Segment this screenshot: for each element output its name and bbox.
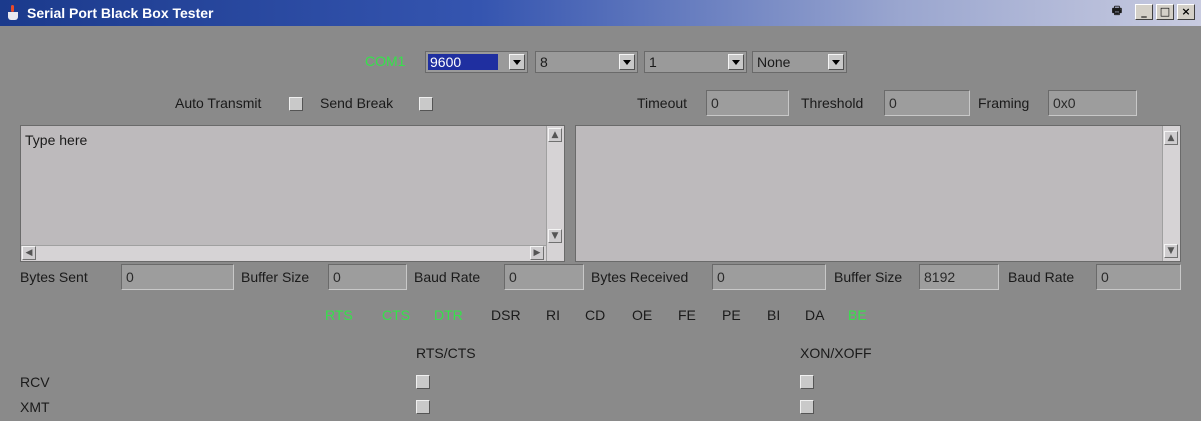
scroll-up-icon[interactable]: ▲	[1164, 131, 1178, 145]
rx-buffer-size-field[interactable]: 8192	[919, 264, 999, 290]
chevron-down-icon[interactable]	[509, 54, 525, 70]
stop-bits-select[interactable]: 1	[644, 51, 747, 73]
minimize-button[interactable]: _	[1135, 4, 1153, 20]
close-button[interactable]: ×	[1177, 4, 1195, 20]
xon-xoff-header: XON/XOFF	[800, 345, 872, 361]
auto-transmit-label: Auto Transmit	[175, 95, 262, 111]
rx-baud-rate-label: Baud Rate	[1008, 269, 1075, 285]
bytes-received-label: Bytes Received	[591, 269, 689, 285]
data-bits-select[interactable]: 8	[535, 51, 638, 73]
transmit-textarea[interactable]: Type here ▲ ▼ ◀ ▶	[20, 125, 565, 262]
java-icon	[6, 5, 20, 21]
signal-ri: RI	[546, 307, 560, 323]
threshold-label: Threshold	[801, 95, 864, 111]
transmit-vertical-scrollbar[interactable]: ▲ ▼	[546, 126, 564, 261]
signal-cd: CD	[585, 307, 606, 323]
rcv-xon-xoff-checkbox[interactable]	[800, 375, 814, 389]
rx-baud-rate-field[interactable]: 0	[1096, 264, 1181, 290]
framing-label: Framing	[978, 95, 1030, 111]
scroll-down-icon[interactable]: ▼	[1164, 244, 1178, 258]
rts-cts-header: RTS/CTS	[416, 345, 476, 361]
scroll-left-icon[interactable]: ◀	[22, 246, 36, 260]
signal-fe: FE	[678, 307, 696, 323]
tx-baud-rate-field[interactable]: 0	[504, 264, 584, 290]
signal-pe: PE	[722, 307, 741, 323]
xmt-xon-xoff-checkbox[interactable]	[800, 400, 814, 414]
signal-da: DA	[805, 307, 825, 323]
rx-buffer-size-label: Buffer Size	[834, 269, 903, 285]
bytes-received-field[interactable]: 0	[712, 264, 826, 290]
xmt-rts-cts-checkbox[interactable]	[416, 400, 430, 414]
timeout-label: Timeout	[637, 95, 688, 111]
chevron-down-icon[interactable]	[828, 54, 844, 70]
send-break-label: Send Break	[320, 95, 394, 111]
signal-be: BE	[848, 307, 867, 323]
port-name-label: COM1	[365, 53, 406, 69]
signal-dtr: DTR	[434, 307, 463, 323]
threshold-field[interactable]: 0	[884, 90, 970, 116]
bytes-sent-label: Bytes Sent	[20, 269, 88, 285]
xmt-label: XMT	[20, 399, 50, 415]
send-break-checkbox[interactable]	[419, 97, 433, 111]
tx-baud-rate-label: Baud Rate	[414, 269, 481, 285]
timeout-field[interactable]: 0	[706, 90, 789, 116]
signal-rts: RTS	[325, 307, 353, 323]
scroll-up-icon[interactable]: ▲	[548, 128, 562, 142]
chevron-down-icon[interactable]	[728, 54, 744, 70]
scroll-right-icon[interactable]: ▶	[530, 246, 544, 260]
receive-vertical-scrollbar[interactable]: ▲ ▼	[1162, 126, 1180, 261]
signal-cts: CTS	[382, 307, 410, 323]
framing-field[interactable]: 0x0	[1048, 90, 1137, 116]
print-icon[interactable]: 🖶	[1108, 4, 1126, 20]
signal-oe: OE	[632, 307, 653, 323]
tx-buffer-size-label: Buffer Size	[241, 269, 310, 285]
auto-transmit-checkbox[interactable]	[289, 97, 303, 111]
rcv-label: RCV	[20, 374, 50, 390]
parity-select[interactable]: None	[752, 51, 847, 73]
title-bar[interactable]: Serial Port Black Box Tester 🖶 _ □ ×	[0, 0, 1201, 26]
window-title: Serial Port Black Box Tester	[27, 5, 214, 21]
signal-dsr: DSR	[491, 307, 521, 323]
baud-rate-select[interactable]: 9600	[425, 51, 528, 73]
tx-buffer-size-field[interactable]: 0	[328, 264, 407, 290]
signal-bi: BI	[767, 307, 781, 323]
receive-textarea[interactable]: ▲ ▼	[575, 125, 1181, 262]
scroll-down-icon[interactable]: ▼	[548, 229, 562, 243]
rcv-rts-cts-checkbox[interactable]	[416, 375, 430, 389]
transmit-horizontal-scrollbar[interactable]: ◀ ▶	[21, 245, 546, 261]
maximize-button[interactable]: □	[1156, 4, 1174, 20]
chevron-down-icon[interactable]	[619, 54, 635, 70]
bytes-sent-field[interactable]: 0	[121, 264, 234, 290]
